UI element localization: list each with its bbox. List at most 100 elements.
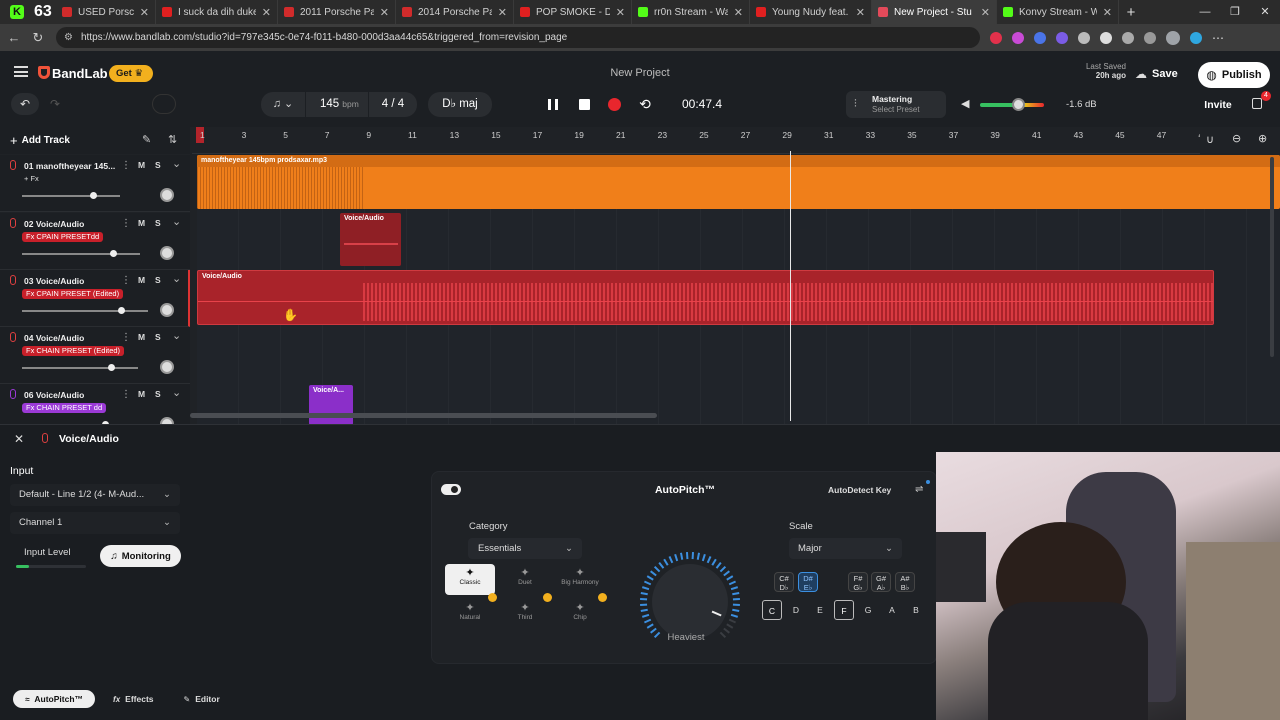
close-tab-icon[interactable]: ✕ — [616, 6, 625, 19]
browser-tab[interactable]: USED Porsche Paname ✕ — [56, 0, 156, 24]
audio-clip-voice-3[interactable]: Voice/Audio — [197, 270, 1214, 325]
pan-knob[interactable] — [160, 188, 174, 202]
chevron-down-icon[interactable]: ⌄ — [172, 386, 181, 399]
volume-knob[interactable] — [118, 307, 125, 314]
pan-knob[interactable] — [160, 360, 174, 374]
extension-icon[interactable] — [990, 32, 1002, 44]
mute-button[interactable]: M — [138, 332, 145, 342]
bottom-tab[interactable]: ✎ Editor — [172, 690, 232, 708]
autodetect-key-button[interactable]: AutoDetect Key — [828, 485, 891, 495]
browser-tab[interactable]: 2011 Porsche Paname ✕ — [278, 0, 396, 24]
track-settings-icon[interactable]: ⇅ — [168, 133, 177, 146]
metronome-icon[interactable]: ♫ ⌄ — [261, 92, 305, 117]
kick-tab-icon[interactable]: K — [0, 0, 34, 24]
record-icon[interactable] — [608, 98, 621, 111]
extension-icon[interactable] — [1034, 32, 1046, 44]
zoom-in-icon[interactable]: ⊕ — [1258, 132, 1267, 145]
master-volume-slider[interactable] — [980, 98, 1044, 111]
track-volume-slider[interactable] — [22, 307, 148, 314]
get-membership-button[interactable]: Get ♛ — [109, 65, 153, 82]
natural-key[interactable]: C — [762, 600, 782, 620]
effects-chain-badge[interactable]: Fx CHAIN PRESET dd — [22, 403, 107, 413]
horizontal-scrollbar[interactable] — [190, 413, 657, 418]
add-track-button[interactable]: + Add Track — [10, 132, 70, 149]
track-header[interactable]: 04 Voice/Audio ⋮ M S ⌄ Fx CHAIN PRESET (Edite… — [0, 327, 190, 384]
browser-tab[interactable]: Konvy Stream - Watch ✕ — [997, 0, 1119, 24]
solo-button[interactable]: S — [155, 389, 161, 399]
preset-button[interactable]: ✦ Chip — [555, 599, 605, 630]
reload-icon[interactable]: ↻ — [26, 30, 50, 46]
pause-icon[interactable] — [548, 99, 558, 110]
profile-avatar[interactable] — [1166, 31, 1180, 45]
autopitch-settings-icon[interactable]: ⇌ — [915, 484, 923, 495]
extension-icon[interactable] — [1144, 32, 1156, 44]
track-options-icon[interactable]: ⋮ — [121, 389, 131, 400]
browser-tab[interactable]: New Project - Stu ✕ — [872, 0, 997, 24]
audio-clip-voice-2[interactable]: Voice/Audio — [340, 213, 401, 266]
track-name[interactable]: 06 Voice/Audio — [24, 390, 84, 400]
playhead[interactable] — [790, 151, 791, 421]
maximize-icon[interactable]: ❐ — [1220, 0, 1250, 24]
mute-button[interactable]: M — [138, 218, 145, 228]
tempo-field[interactable]: 145 bpm — [306, 92, 368, 117]
browser-tab[interactable]: POP SMOKE - DIOR (O ✕ — [514, 0, 632, 24]
close-tab-icon[interactable]: ✕ — [856, 6, 865, 19]
close-tab-icon[interactable]: ✕ — [1103, 6, 1112, 19]
track-header[interactable]: 01 manoftheyear 145... ⋮ M S ⌄ + Fx — [0, 155, 190, 212]
site-info-icon[interactable]: ⚙ — [64, 32, 73, 43]
track-volume-slider[interactable] — [22, 192, 120, 199]
brand-name[interactable]: BandLab — [52, 66, 108, 81]
notifications-icon[interactable] — [1252, 98, 1262, 109]
invite-button[interactable]: Invite — [1196, 94, 1240, 116]
channel-select[interactable]: Channel 1 ⌄ — [10, 512, 180, 534]
audio-clip-beat[interactable]: manoftheyear 145bpm prodsaxar.mp3 — [197, 155, 1280, 209]
mute-button[interactable]: M — [138, 389, 145, 399]
bottom-tab[interactable]: fx Effects — [101, 690, 165, 708]
track-name[interactable]: 01 manoftheyear 145... — [24, 161, 115, 171]
back-icon[interactable]: ← — [2, 30, 26, 45]
mastering-button[interactable]: ⫶ Mastering Select Preset — [846, 91, 946, 118]
accidental-key[interactable]: D# E♭ — [798, 572, 818, 592]
track-header[interactable]: 03 Voice/Audio ⋮ M S ⌄ Fx CPAIN PRESET (Edite… — [0, 270, 190, 327]
bottom-tab[interactable]: ≈ AutoPitch™ — [13, 690, 96, 708]
mute-button[interactable]: M — [138, 275, 145, 285]
minimize-icon[interactable]: — — [1190, 0, 1220, 24]
preset-button[interactable]: ✦ Natural — [445, 599, 495, 630]
close-tab-icon[interactable]: ✕ — [734, 6, 743, 19]
browser-tab[interactable]: I suck da dih duke - Yo ✕ — [156, 0, 278, 24]
accidental-key[interactable]: G# A♭ — [871, 572, 891, 592]
volume-knob[interactable] — [90, 192, 97, 199]
magnet-icon[interactable]: ∪ — [1206, 133, 1214, 146]
browser-tab[interactable]: rr0n Stream - Watch Li ✕ — [632, 0, 750, 24]
audio-clip-voice-6[interactable]: Voice/A... — [309, 385, 353, 425]
close-tab-icon[interactable]: ✕ — [498, 6, 507, 19]
mute-button[interactable]: M — [138, 160, 145, 170]
undo-button[interactable]: ↶ — [11, 93, 39, 115]
solo-button[interactable]: S — [155, 218, 161, 228]
redo-button[interactable]: ↷ — [44, 93, 66, 115]
solo-button[interactable]: S — [155, 275, 161, 285]
preset-button[interactable]: ✦ Classic — [445, 564, 495, 595]
volume-knob[interactable] — [110, 250, 117, 257]
input-device-select[interactable]: Default - Line 1/2 (4- M-Aud... ⌄ — [10, 484, 180, 506]
effects-chain-badge[interactable]: Fx CPAIN PRESET (Edited) — [22, 289, 124, 299]
natural-key[interactable]: B — [906, 600, 926, 620]
close-tab-icon[interactable]: ✕ — [140, 6, 149, 19]
natural-key[interactable]: F — [834, 600, 854, 620]
key-selector[interactable]: D♭ maj — [428, 92, 492, 117]
track-name[interactable]: 03 Voice/Audio — [24, 276, 84, 286]
url-text[interactable]: https://www.bandlab.com/studio?id=797e34… — [81, 32, 567, 43]
close-window-icon[interactable]: ✕ — [1250, 0, 1280, 24]
bandlab-logo-icon[interactable] — [38, 66, 50, 79]
url-box[interactable]: ⚙ https://www.bandlab.com/studio?id=797e… — [56, 27, 980, 48]
toggle-view-button[interactable] — [152, 94, 176, 114]
effects-chain-badge[interactable]: Fx CPAIN PRESETdd — [22, 232, 104, 242]
menu-icon[interactable] — [14, 66, 28, 77]
stop-icon[interactable] — [579, 99, 590, 110]
chevron-down-icon[interactable]: ⌄ — [172, 215, 181, 228]
loop-icon[interactable]: ⟲ — [637, 94, 653, 114]
publish-button[interactable]: ◍ Publish — [1198, 62, 1270, 88]
monitoring-button[interactable]: ♫ Monitoring — [100, 545, 181, 567]
close-panel-icon[interactable]: ✕ — [14, 432, 24, 446]
effects-chain-badge[interactable]: Fx CHAIN PRESET (Edited) — [22, 346, 125, 356]
